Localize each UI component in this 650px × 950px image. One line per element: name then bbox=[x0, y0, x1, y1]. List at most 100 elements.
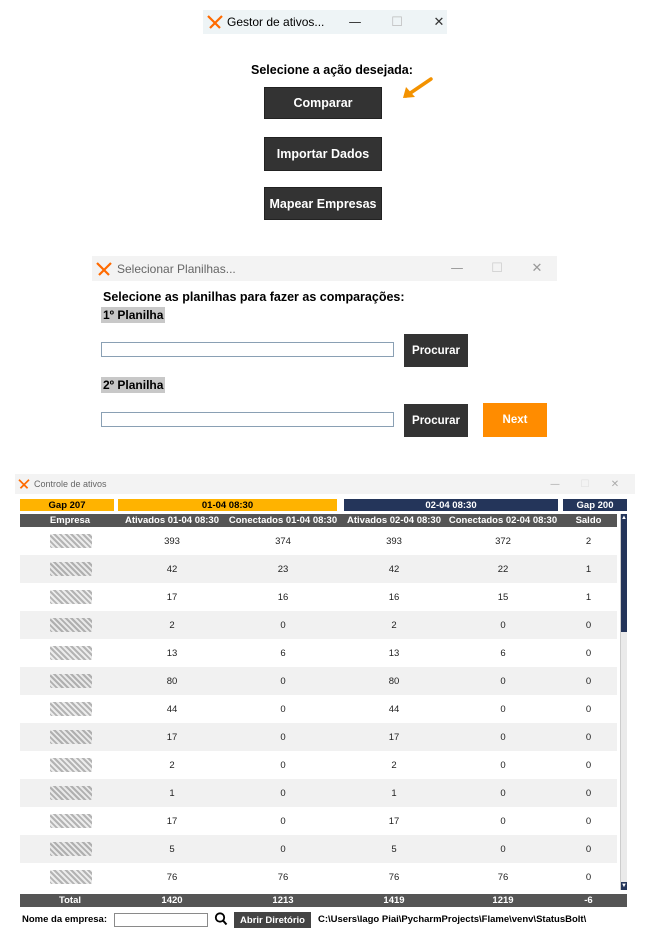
cell-saldo: 1 bbox=[585, 563, 592, 575]
cell-conectados-1: 0 bbox=[280, 619, 286, 631]
sheet2-path-input[interactable] bbox=[101, 412, 394, 427]
browse-sheet1-button[interactable]: Procurar bbox=[404, 334, 468, 367]
cell-conectados-1: 0 bbox=[280, 675, 286, 687]
window-title: Gestor de ativos... bbox=[227, 15, 325, 29]
cell-saldo: 0 bbox=[585, 619, 592, 631]
cell-ativados-2: 76 bbox=[388, 871, 400, 883]
table-row[interactable]: 17 0 17 0 0 bbox=[20, 723, 617, 751]
table-row[interactable]: 80 0 80 0 0 bbox=[20, 667, 617, 695]
cell-conectados-2: 15 bbox=[497, 591, 509, 603]
cell-conectados-1: 76 bbox=[277, 871, 289, 883]
importar-dados-button[interactable]: Importar Dados bbox=[264, 137, 382, 171]
cell-conectados-1: 0 bbox=[280, 815, 286, 827]
total-conectados-1: 1213 bbox=[272, 895, 294, 906]
table-row[interactable]: 17 0 17 0 0 bbox=[20, 807, 617, 835]
cell-conectados-1: 0 bbox=[280, 731, 286, 743]
cell-ativados-2: 2 bbox=[391, 619, 397, 631]
table-row[interactable]: 2 0 2 0 0 bbox=[20, 751, 617, 779]
cell-ativados-2: 13 bbox=[388, 647, 400, 659]
date-left-band: 01-04 08:30 bbox=[118, 499, 337, 511]
redacted-company-name bbox=[50, 674, 92, 688]
table-body[interactable]: 393 374 393 372 2 42 23 42 22 1 17 16 16 15 1 2 0 2 0 0 13 6 1… bbox=[20, 527, 617, 890]
action-prompt: Selecione a ação desejada: bbox=[251, 63, 413, 77]
scroll-down-arrow-icon[interactable]: ▼ bbox=[621, 882, 627, 890]
column-header-conectados-1[interactable]: Conectados 01-04 08:30 bbox=[224, 514, 342, 527]
column-header-saldo[interactable]: Saldo bbox=[560, 514, 617, 527]
minimize-icon[interactable]: — bbox=[334, 15, 376, 30]
arrow-pointer-icon bbox=[403, 77, 433, 98]
cell-saldo: 0 bbox=[585, 731, 592, 743]
table-row[interactable]: 2 0 2 0 0 bbox=[20, 611, 617, 639]
next-button[interactable]: Next bbox=[483, 403, 547, 437]
cell-ativados-1: 2 bbox=[169, 619, 175, 631]
sheet1-path-input[interactable] bbox=[101, 342, 394, 357]
minimize-icon[interactable]: — bbox=[437, 261, 477, 276]
cell-ativados-2: 44 bbox=[388, 703, 400, 715]
table-row[interactable]: 76 76 76 76 0 bbox=[20, 863, 617, 890]
redacted-company-name bbox=[50, 590, 92, 604]
cell-conectados-2: 0 bbox=[500, 619, 506, 631]
total-row: Total 1420 1213 1419 1219 -6 bbox=[20, 894, 627, 907]
table-row[interactable]: 1 0 1 0 0 bbox=[20, 779, 617, 807]
cell-conectados-1: 0 bbox=[280, 843, 286, 855]
cell-ativados-2: 5 bbox=[391, 843, 397, 855]
app-logo-icon bbox=[96, 261, 112, 276]
table-header: Empresa Ativados 01-04 08:30 Conectados … bbox=[20, 514, 617, 527]
table-row[interactable]: 44 0 44 0 0 bbox=[20, 695, 617, 723]
cell-conectados-2: 22 bbox=[497, 563, 509, 575]
column-header-conectados-2[interactable]: Conectados 02-04 08:30 bbox=[446, 514, 560, 527]
cell-ativados-1: 17 bbox=[166, 815, 178, 827]
browse-sheet2-button[interactable]: Procurar bbox=[404, 404, 468, 437]
search-icon[interactable] bbox=[214, 911, 228, 927]
cell-ativados-1: 393 bbox=[164, 535, 180, 547]
cell-conectados-2: 6 bbox=[500, 647, 506, 659]
table-row[interactable]: 393 374 393 372 2 bbox=[20, 527, 617, 555]
table-row[interactable]: 5 0 5 0 0 bbox=[20, 835, 617, 863]
table-row[interactable]: 42 23 42 22 1 bbox=[20, 555, 617, 583]
close-icon[interactable]: ✕ bbox=[418, 15, 460, 30]
cell-conectados-1: 0 bbox=[280, 759, 286, 771]
minimize-icon[interactable]: — bbox=[540, 479, 570, 490]
maximize-icon[interactable]: ☐ bbox=[477, 261, 517, 276]
redacted-company-name bbox=[50, 758, 92, 772]
scroll-up-arrow-icon[interactable]: ▲ bbox=[621, 514, 627, 522]
redacted-company-name bbox=[50, 842, 92, 856]
column-header-empresa[interactable]: Empresa bbox=[20, 514, 120, 527]
close-icon[interactable]: ✕ bbox=[517, 261, 557, 276]
maximize-icon[interactable]: ☐ bbox=[570, 479, 600, 490]
cell-conectados-2: 0 bbox=[500, 759, 506, 771]
cell-ativados-1: 5 bbox=[169, 843, 175, 855]
app-logo-icon bbox=[18, 479, 30, 489]
cell-conectados-2: 76 bbox=[497, 871, 509, 883]
company-search-input[interactable] bbox=[114, 913, 208, 927]
window-title: Selecionar Planilhas... bbox=[117, 261, 236, 276]
open-directory-button[interactable]: Abrir Diretório bbox=[234, 912, 311, 928]
total-ativados-2: 1419 bbox=[383, 895, 405, 906]
window-controls: — ☐ ✕ bbox=[437, 256, 557, 281]
table-row[interactable]: 17 16 16 15 1 bbox=[20, 583, 617, 611]
table-scrollbar[interactable]: ▲ ▼ bbox=[620, 514, 627, 890]
cell-ativados-1: 80 bbox=[166, 675, 178, 687]
redacted-company-name bbox=[50, 562, 92, 576]
maximize-icon[interactable]: ☐ bbox=[376, 15, 418, 30]
total-ativados-1: 1420 bbox=[161, 895, 183, 906]
cell-conectados-1: 16 bbox=[277, 591, 289, 603]
column-header-ativados-1[interactable]: Ativados 01-04 08:30 bbox=[120, 514, 224, 527]
cell-conectados-2: 0 bbox=[500, 787, 506, 799]
mapear-empresas-button[interactable]: Mapear Empresas bbox=[264, 187, 382, 220]
window-title: Controle de ativos bbox=[34, 479, 107, 489]
cell-ativados-2: 393 bbox=[386, 535, 402, 547]
cell-conectados-2: 0 bbox=[500, 843, 506, 855]
scrollbar-thumb[interactable] bbox=[621, 514, 627, 632]
cell-ativados-1: 1 bbox=[169, 787, 175, 799]
cell-ativados-1: 42 bbox=[166, 563, 178, 575]
comparar-button[interactable]: Comparar bbox=[264, 87, 382, 119]
close-icon[interactable]: ✕ bbox=[600, 479, 630, 490]
cell-ativados-1: 2 bbox=[169, 759, 175, 771]
column-header-ativados-2[interactable]: Ativados 02-04 08:30 bbox=[342, 514, 446, 527]
cell-conectados-1: 23 bbox=[277, 563, 289, 575]
cell-conectados-1: 0 bbox=[280, 703, 286, 715]
table-row[interactable]: 13 6 13 6 0 bbox=[20, 639, 617, 667]
redacted-company-name bbox=[50, 534, 92, 548]
cell-saldo: 0 bbox=[585, 647, 592, 659]
